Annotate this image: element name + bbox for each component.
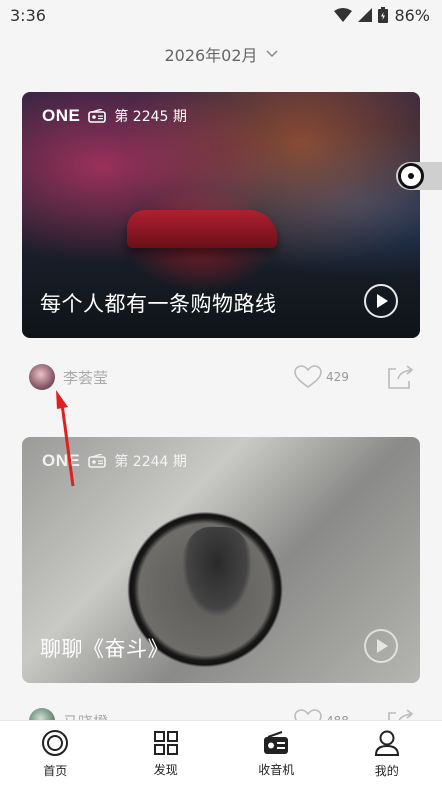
heart-icon: [294, 365, 322, 388]
author-name[interactable]: 李荟莹: [63, 367, 108, 388]
article-card[interactable]: ONE 第 2245 期 每个人都有一条购物路线: [22, 92, 420, 338]
play-button[interactable]: [364, 629, 398, 663]
status-icons: 86%: [334, 6, 430, 25]
wifi-icon: [334, 8, 353, 22]
record-icon: [398, 163, 424, 189]
share-icon[interactable]: [386, 364, 414, 390]
radio-icon: [264, 730, 289, 754]
nav-item-profile[interactable]: 我的: [332, 721, 442, 786]
signal-icon: [358, 8, 373, 22]
battery-icon: [378, 7, 389, 23]
play-button[interactable]: [364, 284, 398, 318]
nav-label: 发现: [153, 762, 178, 777]
battery-level: 86%: [394, 5, 430, 25]
nav-label: 首页: [43, 763, 68, 778]
nav-label: 收音机: [258, 762, 295, 777]
home-circle-icon: [42, 729, 69, 756]
card-title: 聊聊《奋斗》: [40, 637, 169, 661]
taxi-image: [127, 210, 277, 248]
card-title: 每个人都有一条购物路线: [40, 292, 277, 316]
grid-icon: [153, 730, 178, 755]
issue-number: 第 2245 期: [114, 109, 187, 125]
nav-item-home[interactable]: 首页: [0, 721, 111, 786]
radio-icon: [88, 109, 107, 123]
play-icon: [377, 294, 388, 308]
nav-label: 我的: [374, 763, 399, 778]
avatar[interactable]: [29, 364, 55, 390]
status-time: 3:36: [10, 5, 46, 25]
brand-logo-text: ONE: [42, 106, 81, 125]
date-selector[interactable]: 2026年02月: [0, 42, 442, 66]
status-bar: 3:36 86%: [0, 0, 442, 30]
floating-player-tab[interactable]: [396, 162, 442, 190]
date-label: 2026年02月: [164, 46, 258, 65]
article-card[interactable]: ONE 第 2244 期 聊聊《奋斗》: [22, 437, 420, 683]
chevron-down-icon: [266, 50, 278, 58]
card-brand: ONE 第 2244 期: [42, 451, 187, 471]
issue-number: 第 2244 期: [114, 454, 187, 470]
person-icon: [374, 730, 399, 756]
mirror-photo: [182, 527, 252, 617]
nav-item-radio[interactable]: 收音机: [221, 721, 332, 786]
bottom-nav: 首页 发现 收音机 我的: [0, 720, 442, 786]
like-count: 429: [326, 370, 349, 384]
nav-item-discover[interactable]: 发现: [111, 721, 222, 786]
like-button[interactable]: 429: [294, 365, 349, 389]
card-brand: ONE 第 2245 期: [42, 106, 187, 126]
play-icon: [377, 639, 388, 653]
brand-logo-text: ONE: [42, 451, 81, 470]
card-meta-row: 李荟莹 429: [22, 362, 420, 392]
radio-icon: [88, 454, 107, 468]
